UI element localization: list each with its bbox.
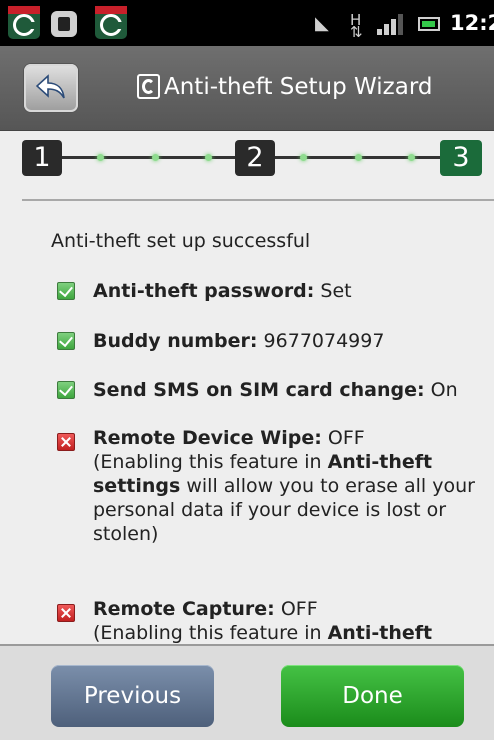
- signal-icon: [377, 13, 403, 35]
- item-description: (Enabling this feature in: [93, 451, 328, 473]
- progress-dot: [205, 154, 212, 161]
- disabled-icon: [57, 604, 75, 622]
- item-value: OFF: [274, 598, 318, 620]
- disabled-icon: [57, 433, 75, 451]
- comodo-app-icon: [95, 6, 127, 39]
- item-value: OFF: [321, 427, 365, 449]
- step-2: 2: [235, 140, 275, 176]
- settings-link: Anti-theft: [327, 622, 433, 644]
- checked-icon: [57, 282, 75, 300]
- battery-icon: [418, 17, 440, 31]
- item-label: Remote Capture:: [93, 598, 275, 620]
- done-button[interactable]: Done: [281, 665, 464, 727]
- progress-dot: [408, 154, 415, 161]
- progress-dot: [97, 154, 104, 161]
- item-label: Send SMS on SIM card change:: [93, 379, 425, 401]
- item-value: 9677074997: [257, 330, 385, 352]
- phone-screen: ◣ H⇅ 12:29 Anti-theft Setup Wizard 1 2 3…: [0, 0, 494, 740]
- divider: [22, 199, 494, 201]
- comodo-app-icon: [8, 6, 40, 39]
- status-bar: ◣ H⇅ 12:29: [0, 0, 494, 46]
- checked-icon: [57, 381, 75, 399]
- list-item: Send SMS on SIM card change: On: [93, 378, 458, 402]
- page-title: Anti-theft Setup Wizard: [164, 74, 433, 100]
- item-label: Anti-theft password:: [93, 280, 315, 302]
- sd-card-icon: [51, 11, 77, 37]
- list-item: Remote Device Wipe: OFF (Enabling this fe…: [93, 426, 488, 546]
- list-item: Buddy number: 9677074997: [93, 329, 384, 353]
- progress-dot: [355, 154, 362, 161]
- no-service-icon: ◣: [315, 13, 329, 34]
- progress-dot: [300, 154, 307, 161]
- comodo-c-icon: [137, 74, 160, 99]
- item-value: On: [424, 379, 458, 401]
- step-1: 1: [22, 140, 62, 176]
- success-message: Anti-theft set up successful: [51, 230, 311, 252]
- step-3-current: 3: [440, 140, 482, 176]
- progress-dot: [152, 154, 159, 161]
- title-bar: Anti-theft Setup Wizard: [0, 46, 494, 131]
- clock: 12:29: [450, 11, 494, 35]
- item-label: Remote Device Wipe:: [93, 427, 322, 449]
- item-label: Buddy number:: [93, 330, 258, 352]
- previous-button[interactable]: Previous: [51, 665, 214, 727]
- checked-icon: [57, 332, 75, 350]
- list-item: Remote Capture: OFF (Enabling this featur…: [93, 597, 488, 645]
- back-button[interactable]: [24, 64, 78, 112]
- back-arrow-icon: [36, 74, 65, 99]
- item-value: Set: [314, 280, 352, 302]
- item-description: (Enabling this feature in: [93, 622, 328, 644]
- list-item: Anti-theft password: Set: [93, 279, 352, 303]
- hspa-icon: H ⇅: [350, 11, 363, 41]
